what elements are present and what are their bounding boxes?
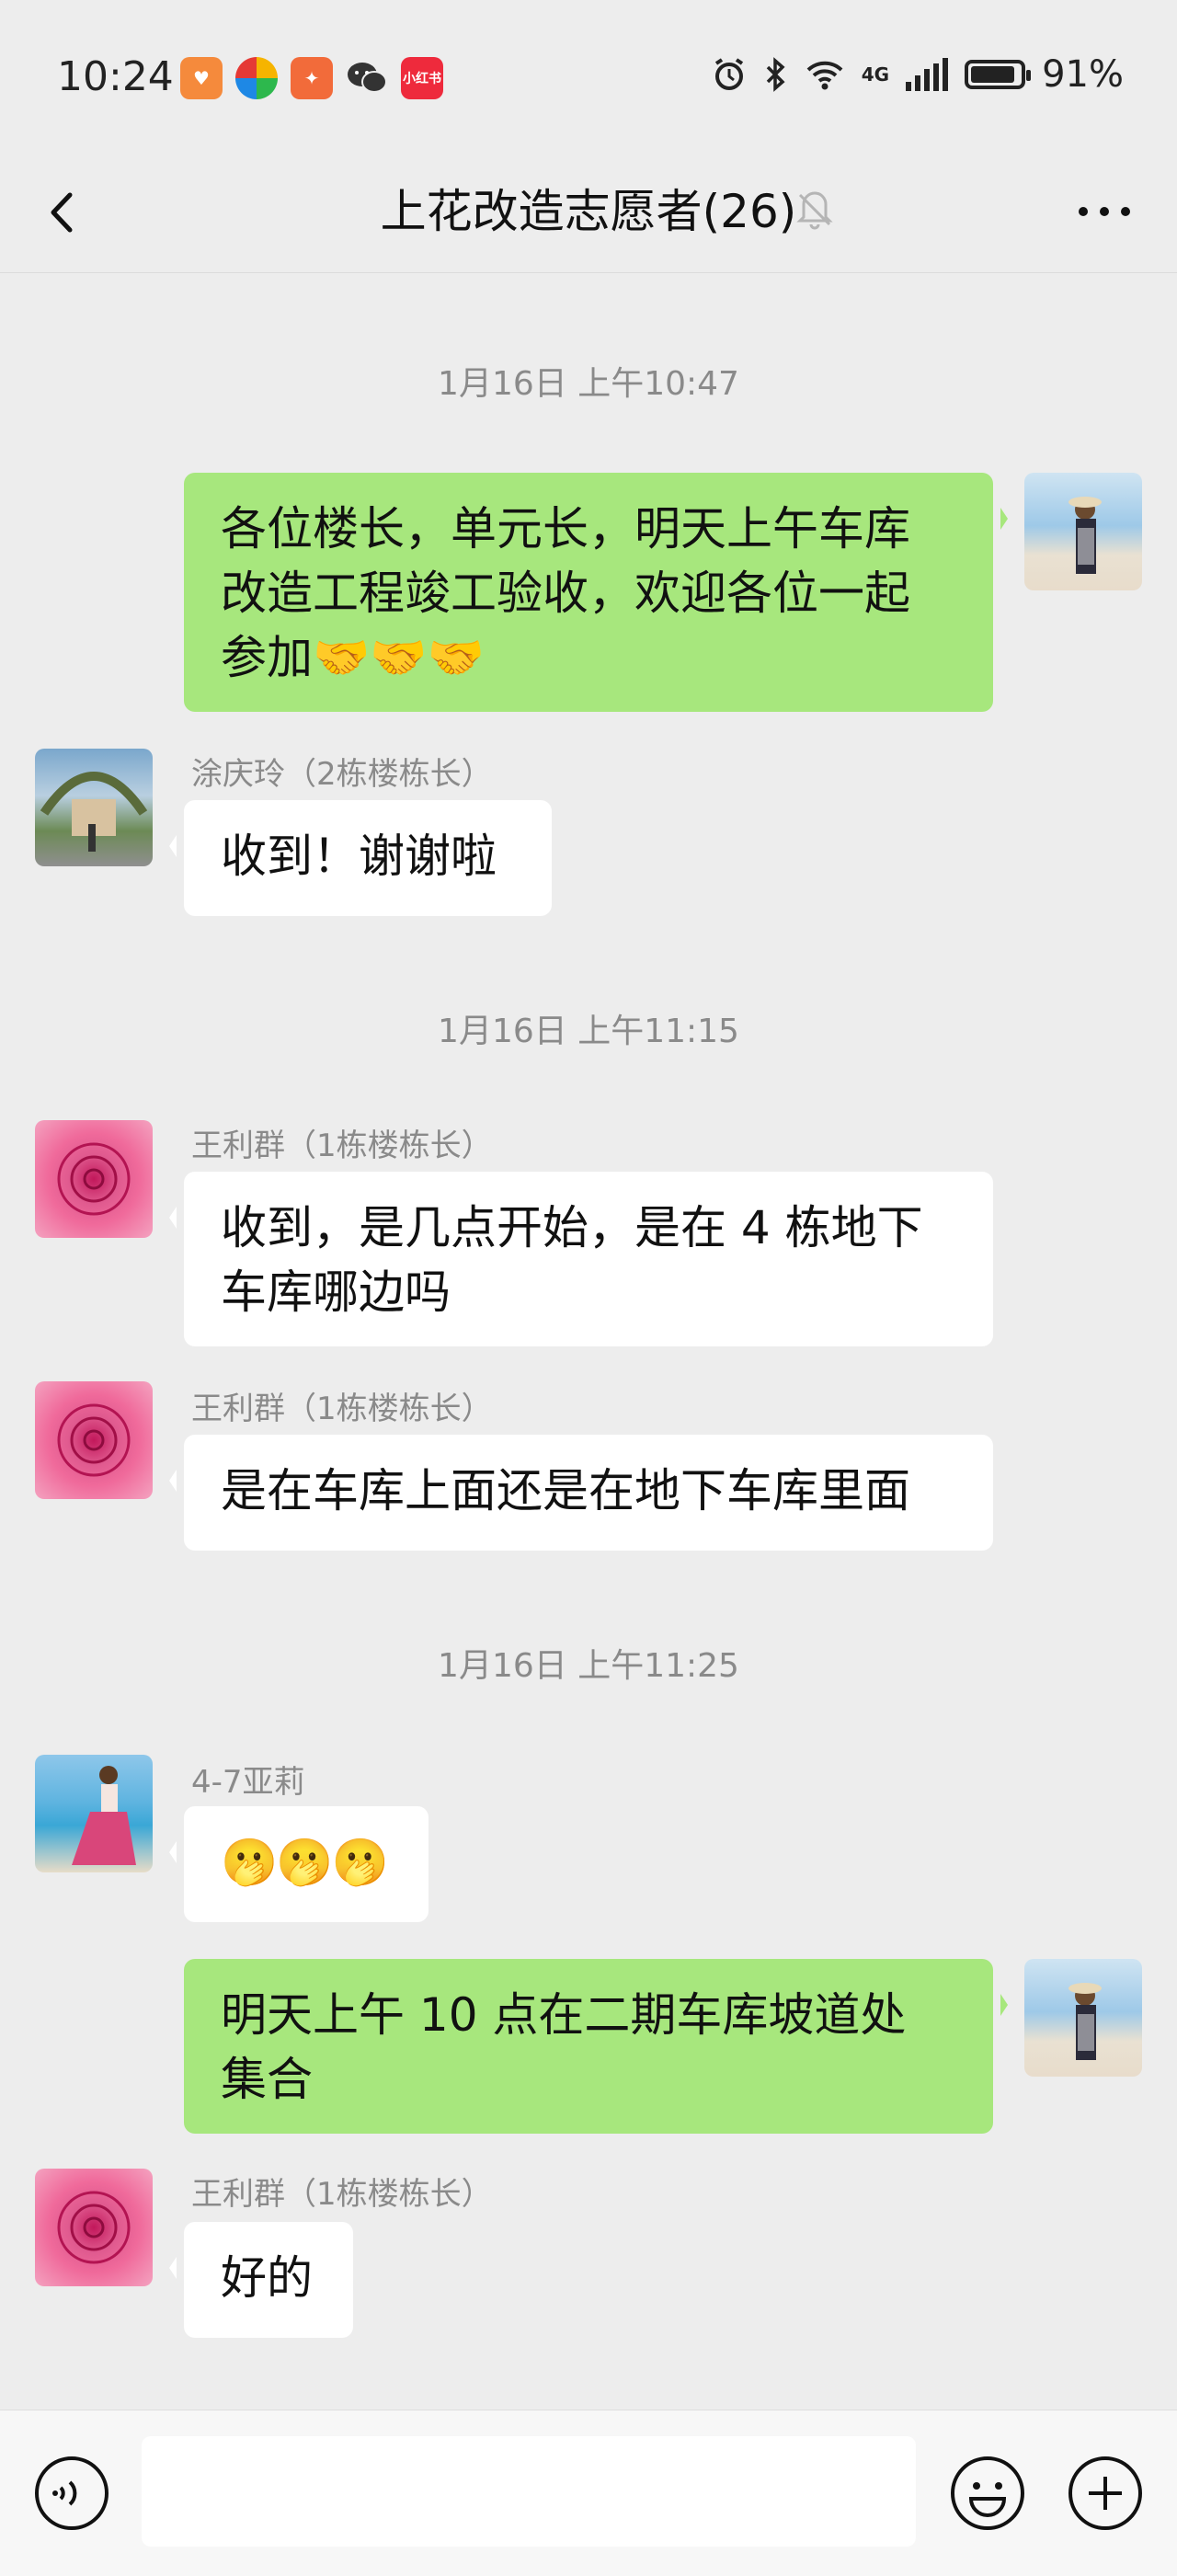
sender-avatar[interactable] xyxy=(35,749,153,866)
timestamp-divider: 1月16日 上午11:25 xyxy=(438,1647,739,1685)
sender-avatar[interactable] xyxy=(35,1755,153,1872)
runner-app-icon: ✦ xyxy=(291,57,333,99)
pinwheel-app-icon xyxy=(235,57,278,99)
xiaohongshu-app-icon: 小红书 xyxy=(401,57,443,99)
chat-header: 上花改造志愿者(26) xyxy=(0,156,1177,273)
my-avatar[interactable] xyxy=(1024,1959,1142,2077)
my-avatar[interactable] xyxy=(1024,473,1142,590)
message-text-line: 车库哪边吗 xyxy=(221,1265,451,1319)
muted-bell-icon xyxy=(796,191,833,230)
outgoing-message-bubble[interactable]: 明天上午 10 点在二期车库坡道处 集合 xyxy=(184,1959,1008,2134)
message-text-line: 各位楼长，单元长，明天上午车库 xyxy=(221,502,910,555)
sender-avatar[interactable] xyxy=(35,2169,153,2286)
voice-input-icon[interactable] xyxy=(33,2455,110,2532)
battery-icon xyxy=(965,60,1032,89)
more-options-icon[interactable] xyxy=(1072,184,1137,239)
message-text-input[interactable] xyxy=(142,2436,916,2547)
sender-name: 4-7亚莉 xyxy=(191,1764,305,1801)
bluetooth-icon xyxy=(766,57,785,92)
message-text: 收到！谢谢啦 xyxy=(221,830,497,883)
notification-app-icons: ♥ ✦ 小红书 xyxy=(180,57,443,99)
incoming-message-bubble[interactable]: 收到！谢谢啦 xyxy=(169,800,552,916)
sender-avatar[interactable] xyxy=(35,1120,153,1238)
sender-name: 王利群（1栋楼栋长） xyxy=(191,1128,493,1164)
incoming-message-bubble[interactable]: 是在车库上面还是在地下车库里面 xyxy=(169,1435,993,1551)
signal-strength-icon xyxy=(906,58,949,91)
message-text-line: 参加🤝🤝🤝 xyxy=(221,631,485,684)
message-text-line: 明天上午 10 点在二期车库坡道处 xyxy=(221,1988,907,2042)
message-input-bar xyxy=(0,2410,1177,2576)
message-text: 好的 xyxy=(221,2251,313,2305)
message-text-line: 集合 xyxy=(221,2053,313,2106)
incoming-message-bubble[interactable]: 🫢🫢🫢 xyxy=(169,1806,429,1922)
timestamp-divider: 1月16日 上午11:15 xyxy=(438,1013,739,1050)
status-time: 10:24 xyxy=(57,53,174,100)
sender-name: 涂庆玲（2栋楼栋长） xyxy=(191,756,493,793)
alarm-icon xyxy=(714,58,743,90)
message-text-line: 改造工程竣工验收，欢迎各位一起 xyxy=(221,567,910,620)
message-text: 是在车库上面还是在地下车库里面 xyxy=(221,1464,910,1517)
incoming-message-bubble[interactable]: 收到，是几点开始，是在 4 栋地下 车库哪边吗 xyxy=(169,1172,993,1346)
message-emoji: 🫢🫢🫢 xyxy=(221,1836,389,1889)
battery-percent: 91% xyxy=(1042,53,1124,96)
more-functions-plus-icon[interactable] xyxy=(1067,2455,1144,2532)
status-indicators: 4G 91% xyxy=(711,53,1124,96)
network-type-label: 4G xyxy=(861,63,890,86)
incoming-message-bubble[interactable]: 好的 xyxy=(169,2222,353,2338)
sender-name: 王利群（1栋楼栋长） xyxy=(191,2176,493,2213)
message-text-line: 收到，是几点开始，是在 4 栋地下 xyxy=(221,1201,923,1254)
sender-name: 王利群（1栋楼栋长） xyxy=(191,1391,493,1427)
outgoing-message-bubble[interactable]: 各位楼长，单元长，明天上午车库 改造工程竣工验收，欢迎各位一起 参加🤝🤝🤝 xyxy=(184,473,1008,712)
wifi-icon xyxy=(806,61,843,90)
sender-avatar[interactable] xyxy=(35,1381,153,1499)
status-bar: 10:24 ♥ ✦ 小红书 4G 91% xyxy=(0,0,1177,156)
wechat-app-icon xyxy=(346,57,388,99)
chat-title: 上花改造志愿者(26) xyxy=(380,185,797,238)
heart-app-icon: ♥ xyxy=(180,57,223,99)
timestamp-divider: 1月16日 上午10:47 xyxy=(438,365,739,403)
emoji-icon[interactable] xyxy=(949,2455,1026,2532)
